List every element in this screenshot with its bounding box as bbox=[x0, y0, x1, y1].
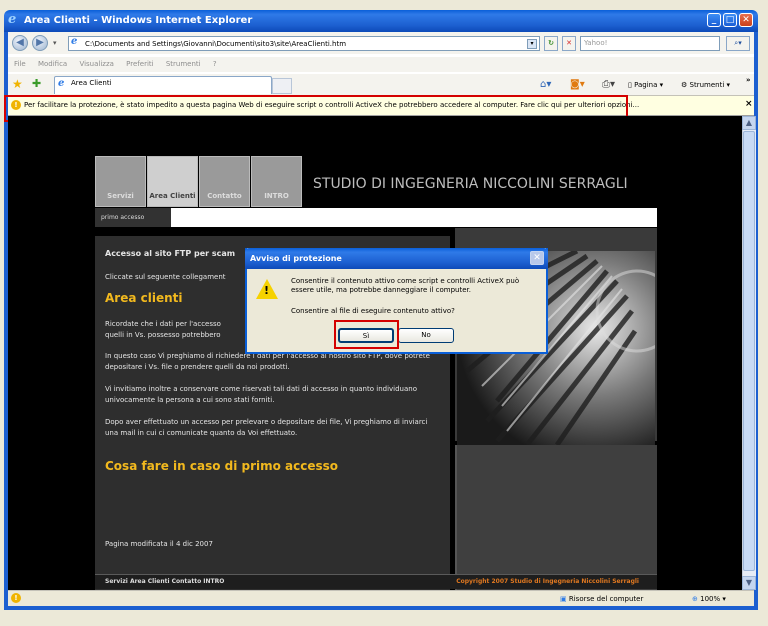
area-clienti-link[interactable]: Area clienti bbox=[105, 291, 183, 305]
tools-menu[interactable]: ⚙ Strumenti ▾ bbox=[681, 81, 730, 89]
menu-bar: File Modifica Visualizza Preferiti Strum… bbox=[8, 56, 754, 72]
address-text: C:\Documents and Settings\Giovanni\Docum… bbox=[85, 40, 347, 48]
refresh-icon[interactable]: ↻ bbox=[544, 36, 558, 51]
copyright-text: Copyright 2007 Studio di Ingegneria Nicc… bbox=[456, 578, 639, 585]
stop-icon[interactable]: ✕ bbox=[562, 36, 576, 51]
paragraph-4: Dopo aver effettuato un accesso per prel… bbox=[105, 418, 428, 437]
address-dropdown-icon[interactable]: ▾ bbox=[527, 39, 537, 49]
window-title: Area Clienti - Windows Internet Explorer bbox=[24, 15, 253, 26]
menu-modifica[interactable]: Modifica bbox=[38, 60, 67, 68]
back-button[interactable]: ◀ bbox=[12, 35, 28, 51]
chevron-more-icon[interactable]: » bbox=[746, 76, 751, 84]
zone-indicator[interactable]: ▣ Risorse del computer bbox=[560, 595, 643, 603]
scroll-thumb[interactable] bbox=[743, 131, 755, 571]
scroll-down-icon[interactable]: ▼ bbox=[742, 576, 756, 590]
paragraph-3: Vi invitiamo inoltre a conservare come r… bbox=[105, 385, 417, 404]
paragraph-2: In questo caso Vi preghiamo di richieder… bbox=[105, 352, 430, 371]
forward-button[interactable]: ▶ bbox=[32, 35, 48, 51]
zoom-icon: ⊕ bbox=[692, 595, 698, 603]
tab-title: Area Clienti bbox=[71, 79, 112, 87]
paragraph-1: Ricordate che i dati per l'accesso bbox=[105, 320, 221, 328]
minimize-button[interactable]: _ bbox=[707, 13, 721, 27]
print-icon[interactable]: ⎙▾ bbox=[602, 79, 615, 90]
close-button[interactable]: ✕ bbox=[739, 13, 753, 27]
site-footer: Servizi Area Clienti Contatto INTRO Copy… bbox=[95, 574, 657, 589]
warning-exclamation: ! bbox=[264, 284, 270, 297]
tab-page-icon: e bbox=[58, 78, 65, 89]
menu-help[interactable]: ? bbox=[213, 60, 217, 68]
computer-icon: ▣ bbox=[560, 595, 567, 603]
menu-visualizza[interactable]: Visualizza bbox=[79, 60, 113, 68]
page-icon: e bbox=[71, 36, 78, 47]
maximize-button[interactable]: □ bbox=[723, 13, 737, 27]
footer-links[interactable]: Servizi Area Clienti Contatto INTRO bbox=[105, 578, 224, 585]
status-warning-icon[interactable]: ! bbox=[11, 593, 21, 603]
page-menu[interactable]: ▯ Pagina ▾ bbox=[628, 81, 663, 89]
zoom-indicator[interactable]: ⊕ 100% ▾ bbox=[692, 595, 726, 603]
dialog-close-icon[interactable]: ✕ bbox=[530, 251, 544, 265]
yes-highlight-box bbox=[334, 320, 399, 349]
favorites-star-icon[interactable]: ★ bbox=[12, 77, 23, 91]
first-access-link[interactable]: Cosa fare in caso di primo accesso bbox=[105, 459, 338, 473]
dialog-title: Avviso di protezione bbox=[250, 254, 342, 263]
ie-logo-icon: e bbox=[8, 12, 17, 27]
modified-date: Pagina modificata il 4 dic 2007 bbox=[105, 540, 213, 548]
dialog-question: Consentire al file di eseguire contenuto… bbox=[291, 307, 455, 315]
menu-strumenti[interactable]: Strumenti bbox=[166, 60, 201, 68]
menu-preferiti[interactable]: Preferiti bbox=[126, 60, 153, 68]
site-nav-servizi[interactable]: Servizi bbox=[95, 156, 146, 207]
site-nav-contatto[interactable]: Contatto bbox=[199, 156, 250, 207]
search-input[interactable]: Yahoo! bbox=[580, 36, 720, 51]
no-button[interactable]: No bbox=[398, 328, 454, 343]
studio-title: STUDIO DI INGEGNERIA NICCOLINI SERRAGLI bbox=[313, 176, 628, 192]
history-dropdown-icon[interactable]: ▾ bbox=[53, 39, 57, 47]
information-bar-close-icon[interactable]: × bbox=[745, 99, 753, 109]
subtab-primo-accesso[interactable]: primo accesso bbox=[95, 208, 171, 227]
site-nav-area-clienti[interactable]: Area Clienti bbox=[147, 156, 198, 207]
scroll-up-icon[interactable]: ▲ bbox=[742, 116, 756, 130]
search-icon[interactable]: ⌕▾ bbox=[726, 36, 750, 51]
dialog-message: Consentire il contenuto attivo come scri… bbox=[291, 277, 520, 294]
site-nav-intro[interactable]: INTRO bbox=[251, 156, 302, 207]
website: Servizi Area Clienti Contatto INTRO STUD… bbox=[95, 156, 657, 590]
add-favorites-icon[interactable]: ✚ bbox=[32, 77, 41, 90]
paragraph-1b: quelli in Vs. possesso potrebbero bbox=[105, 331, 221, 339]
ftp-heading: Accesso al sito FTP per scam bbox=[105, 249, 236, 258]
feeds-icon[interactable]: ◙▾ bbox=[570, 79, 585, 90]
new-tab-button[interactable] bbox=[272, 78, 292, 94]
home-icon[interactable]: ⌂▾ bbox=[540, 79, 551, 90]
right-lower-panel bbox=[455, 445, 657, 590]
menu-file[interactable]: File bbox=[14, 60, 26, 68]
sub-navigation-bar bbox=[95, 208, 657, 227]
address-bar[interactable]: e C:\Documents and Settings\Giovanni\Doc… bbox=[68, 36, 540, 51]
click-text: Cliccate sul seguente collegament bbox=[105, 273, 226, 281]
tab-area-clienti[interactable]: e Area Clienti bbox=[54, 76, 272, 94]
